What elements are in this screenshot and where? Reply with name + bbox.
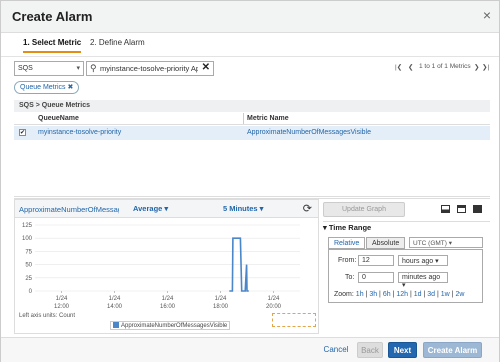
x-tick-label: 1/24 [162,296,174,302]
table-header: QueueName Metric Name [14,112,490,125]
dialog-footer: Cancel Back Next Create Alarm [1,337,499,362]
time-range-panel: Update Graph ▾ Time Range Relative Absol… [323,199,490,334]
cancel-button[interactable]: Cancel [321,342,351,358]
column-queuename[interactable]: QueueName [38,115,79,122]
dialog-title: Create Alarm [12,9,93,24]
y-tick-label: 125 [22,223,33,229]
layout-small-icon[interactable] [441,205,450,213]
column-metric-name[interactable]: Metric Name [247,115,289,122]
breadcrumb: SQS > Queue Metrics [14,100,490,112]
x-tick-label: 14:00 [107,304,123,310]
zoom-2w[interactable]: 2w [455,291,464,298]
clear-search-icon[interactable]: ✕ [202,62,210,73]
dialog-header: Create Alarm × [1,1,499,33]
refresh-icon[interactable]: ⟳ [303,202,312,215]
row-checkbox[interactable]: ✔ [19,129,26,136]
layout-large-icon[interactable] [473,205,482,213]
namespace-value: SQS [18,65,33,72]
first-page-icon[interactable]: |❮ [395,63,402,71]
graph-toolbar: ApproximateNumberOfMessag Average ▾ 5 Mi… [15,200,318,218]
close-icon[interactable]: × [483,7,491,23]
legend-swatch [113,322,119,328]
relative-range-box: From: 12 hours ago ▾ To: 0 minutes ago ▾… [328,249,483,303]
x-tick-label: 1/24 [56,296,68,302]
zoom-3d[interactable]: 3d [427,291,435,298]
y-tick-label: 50 [25,263,32,269]
x-tick-label: 1/24 [268,296,280,302]
search-input[interactable]: ⚲ myinstance-tosolve-priority Ap ✕ [86,61,214,76]
zoom-1w[interactable]: 1w [441,291,450,298]
column-divider [243,113,244,124]
namespace-select[interactable]: SQS ▾ [14,61,84,76]
graph-panel: ApproximateNumberOfMessag Average ▾ 5 Mi… [14,199,319,334]
to-unit-select[interactable]: minutes ago ▾ [398,272,448,289]
zoom-3h[interactable]: 3h [369,291,377,298]
search-value: myinstance-tosolve-priority Ap [100,64,198,73]
create-alarm-button[interactable]: Create Alarm [423,342,482,358]
chevron-down-icon: ▾ [76,65,80,72]
legend-label: ApproximateNumberOfMessagesVisible [121,323,228,329]
y-tick-label: 75 [25,249,32,255]
to-label: To: [345,274,355,281]
timezone-value: UTC (GMT) ▾ [413,240,453,247]
layout-medium-icon[interactable] [457,205,466,213]
update-graph-button[interactable]: Update Graph [323,202,405,217]
selection-box[interactable] [272,313,316,327]
axis-units: Left axis units: Count [19,313,76,319]
period-dropdown[interactable]: 5 Minutes ▾ [223,204,263,213]
tab-absolute[interactable]: Absolute [366,237,406,249]
zoom-label: Zoom: [334,291,354,298]
queue-name-link[interactable]: myinstance-tosolve-priority [38,129,121,136]
step-define-alarm[interactable]: 2. Define Alarm [90,38,145,47]
chart-legend: ApproximateNumberOfMessagesVisible [110,321,231,330]
pager-text: 1 to 1 of 1 Metrics [419,63,471,70]
from-input[interactable]: 12 [358,255,394,266]
from-label: From: [338,257,357,264]
zoom-1h[interactable]: 1h [356,291,364,298]
timezone-select[interactable]: UTC (GMT) ▾ [409,237,483,248]
prev-page-icon[interactable]: ❮ [408,63,413,71]
y-tick-label: 100 [22,236,33,242]
x-tick-label: 1/24 [109,296,121,302]
metric-name-link[interactable]: ApproximateNumberOfMessagesVisible [247,129,371,136]
next-button[interactable]: Next [388,342,417,358]
create-alarm-dialog: Create Alarm × 1. Select Metric 2. Defin… [0,0,500,362]
zoom-links: Zoom: 1h | 3h | 6h | 12h | 1d | 3d | 1w … [334,291,465,298]
table-row[interactable]: ✔ myinstance-tosolve-priority Approximat… [14,126,490,140]
x-tick-label: 1/24 [215,296,227,302]
back-button[interactable]: Back [357,342,383,358]
metric-toolbar: SQS ▾ ⚲ myinstance-tosolve-priority Ap ✕… [14,61,490,79]
statistic-dropdown[interactable]: Average ▾ [133,204,168,213]
zoom-1d[interactable]: 1d [414,291,422,298]
from-unit-select[interactable]: hours ago ▾ [398,255,448,266]
zoom-12h[interactable]: 12h [396,291,408,298]
to-input[interactable]: 0 [358,272,394,283]
step-select-metric[interactable]: 1. Select Metric [23,38,82,53]
y-tick-label: 25 [25,276,32,282]
filter-tag-queue-metrics[interactable]: Queue Metrics ✖ [14,81,80,94]
time-range-title[interactable]: ▾ Time Range [323,221,490,232]
x-tick-label: 16:00 [160,304,176,310]
next-page-icon[interactable]: ❯ [474,63,479,71]
y-tick-label: 0 [29,289,33,295]
search-icon: ⚲ [90,63,97,73]
last-page-icon[interactable]: ❯| [482,63,489,71]
graph-metric-name: ApproximateNumberOfMessag [19,205,119,214]
zoom-6h[interactable]: 6h [383,291,391,298]
pager: |❮ ❮ 1 to 1 of 1 Metrics ❯ ❯| [395,61,490,76]
tab-relative[interactable]: Relative [328,237,366,249]
x-tick-label: 12:00 [54,304,70,310]
x-tick-label: 18:00 [213,304,229,310]
metric-chart: 125 100 75 50 25 0 1/24 12:00 1/24 14:00 1/24 16:00… [22,223,300,310]
wizard-steps: 1. Select Metric 2. Define Alarm [1,33,499,57]
x-tick-label: 20:00 [266,304,282,310]
